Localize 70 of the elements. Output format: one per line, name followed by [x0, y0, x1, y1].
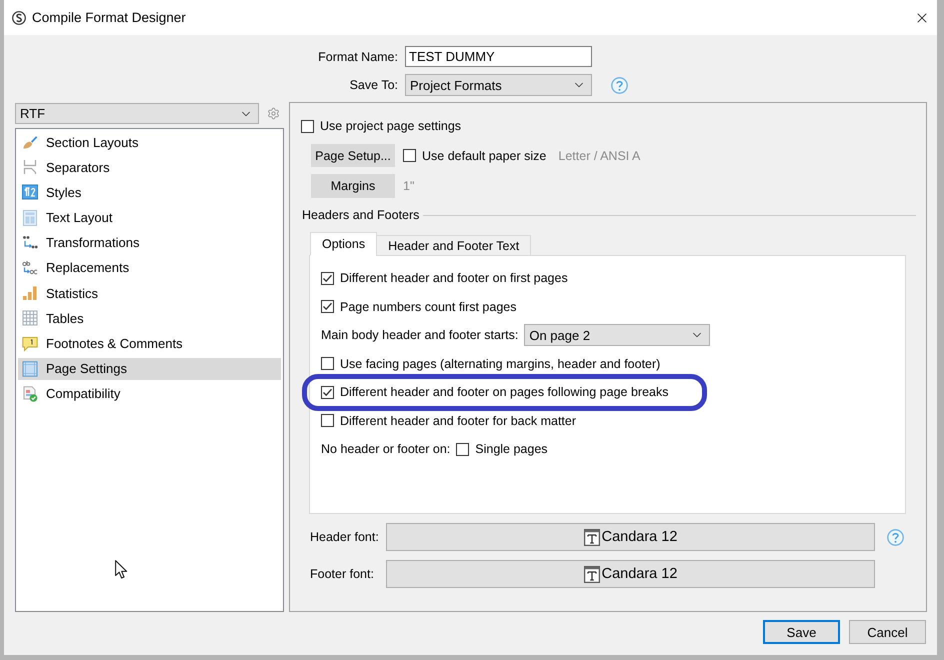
dialog-button[interactable]: Cancel — [849, 620, 926, 644]
checkbox-label: Different header and footer on pages following page breaks — [340, 385, 668, 400]
field-label: Save To: — [348, 78, 398, 92]
checkbox[interactable] — [456, 442, 470, 456]
checkbox[interactable] — [301, 120, 314, 132]
page-setup-button[interactable]: Page Setup... — [311, 144, 395, 167]
sidebar-item[interactable]: Section Layouts — [18, 131, 281, 153]
mouse-pointer-icon — [115, 560, 128, 579]
checkbox[interactable] — [321, 357, 334, 370]
checkbox[interactable] — [321, 272, 334, 285]
window-title: Compile Format Designer — [32, 10, 187, 25]
font-icon — [584, 566, 600, 582]
paragraph-style-icon — [22, 184, 38, 200]
margins-value-text: 1" — [403, 179, 414, 193]
separator-icon — [22, 159, 38, 176]
help-icon[interactable] — [611, 76, 628, 94]
tab[interactable]: Options — [310, 232, 378, 256]
checkbox-label: Different header and footer for back matter — [340, 414, 576, 428]
checkmark-icon — [322, 386, 333, 398]
checkmark-icon — [322, 301, 333, 312]
field-label: Header font: — [310, 530, 380, 544]
page-check-icon — [22, 386, 38, 402]
checkbox-label: Single pages — [475, 442, 548, 456]
replace-arrow-icon — [22, 260, 38, 276]
checkbox-label: Page numbers count first pages — [340, 300, 516, 314]
bar-chart-icon — [22, 285, 38, 302]
app-logo-icon — [12, 10, 26, 24]
checkbox[interactable] — [403, 149, 416, 162]
sidebar-item[interactable]: Statistics — [18, 282, 281, 304]
sidebar-item[interactable]: Footnotes & Comments — [18, 332, 281, 354]
sidebar-item[interactable]: Compatibility — [18, 382, 281, 405]
sidebar-item[interactable]: Separators — [18, 156, 281, 178]
start-page-dropdown[interactable]: On page 2 — [524, 324, 710, 346]
page-margins-icon — [22, 360, 38, 377]
checkbox[interactable] — [321, 414, 334, 428]
sidebar-item[interactable]: Page Settings — [18, 358, 281, 380]
help-icon[interactable] — [887, 528, 904, 546]
field-label: Main body header and footer starts: — [321, 328, 518, 342]
footer-font-button[interactable]: Candara 12 — [386, 560, 875, 588]
checkbox-label: Different header and footer on first pages — [340, 271, 568, 286]
paper-size-text: Letter / ANSI A — [558, 148, 640, 162]
tab[interactable]: Header and Footer Text — [376, 235, 532, 256]
checkbox-label: Use project page settings — [320, 119, 462, 133]
checkbox-label: Use facing pages (alternating margins, header and footer) — [340, 356, 660, 371]
checkbox-label: Use default paper size — [422, 148, 546, 162]
header-font-button[interactable]: Candara 12 — [386, 523, 875, 551]
dialog-button[interactable]: Save — [763, 620, 840, 644]
sidebar-item[interactable]: Transformations — [18, 232, 281, 254]
group-title: Headers and Footers — [302, 208, 420, 222]
field-label: No header or footer on: — [321, 442, 450, 456]
sidebar-item[interactable]: Styles — [18, 181, 281, 204]
checkbox[interactable] — [321, 386, 334, 399]
comment-icon — [22, 336, 38, 352]
settings-icon[interactable] — [267, 107, 280, 120]
format-type-dropdown[interactable]: RTF — [15, 103, 259, 124]
sidebar-item[interactable]: Text Layout — [18, 206, 281, 229]
save-to-dropdown[interactable]: Project Formats — [405, 74, 592, 96]
sidebar-item[interactable]: Replacements — [18, 256, 281, 279]
field-label: Format Name: — [317, 50, 398, 64]
font-icon — [584, 528, 600, 546]
checkmark-icon — [322, 272, 333, 284]
field-label: Footer font: — [310, 567, 375, 581]
quotes-arrow-icon — [22, 234, 38, 251]
paintbrush-icon — [22, 134, 38, 150]
margins-button[interactable]: Margins — [311, 174, 395, 198]
format-name-field[interactable]: TEST DUMMY — [405, 46, 592, 67]
checkbox[interactable] — [321, 300, 334, 314]
sidebar-item[interactable]: Tables — [18, 307, 281, 330]
table-grid-icon — [22, 310, 38, 326]
text-layout-icon — [22, 210, 38, 226]
